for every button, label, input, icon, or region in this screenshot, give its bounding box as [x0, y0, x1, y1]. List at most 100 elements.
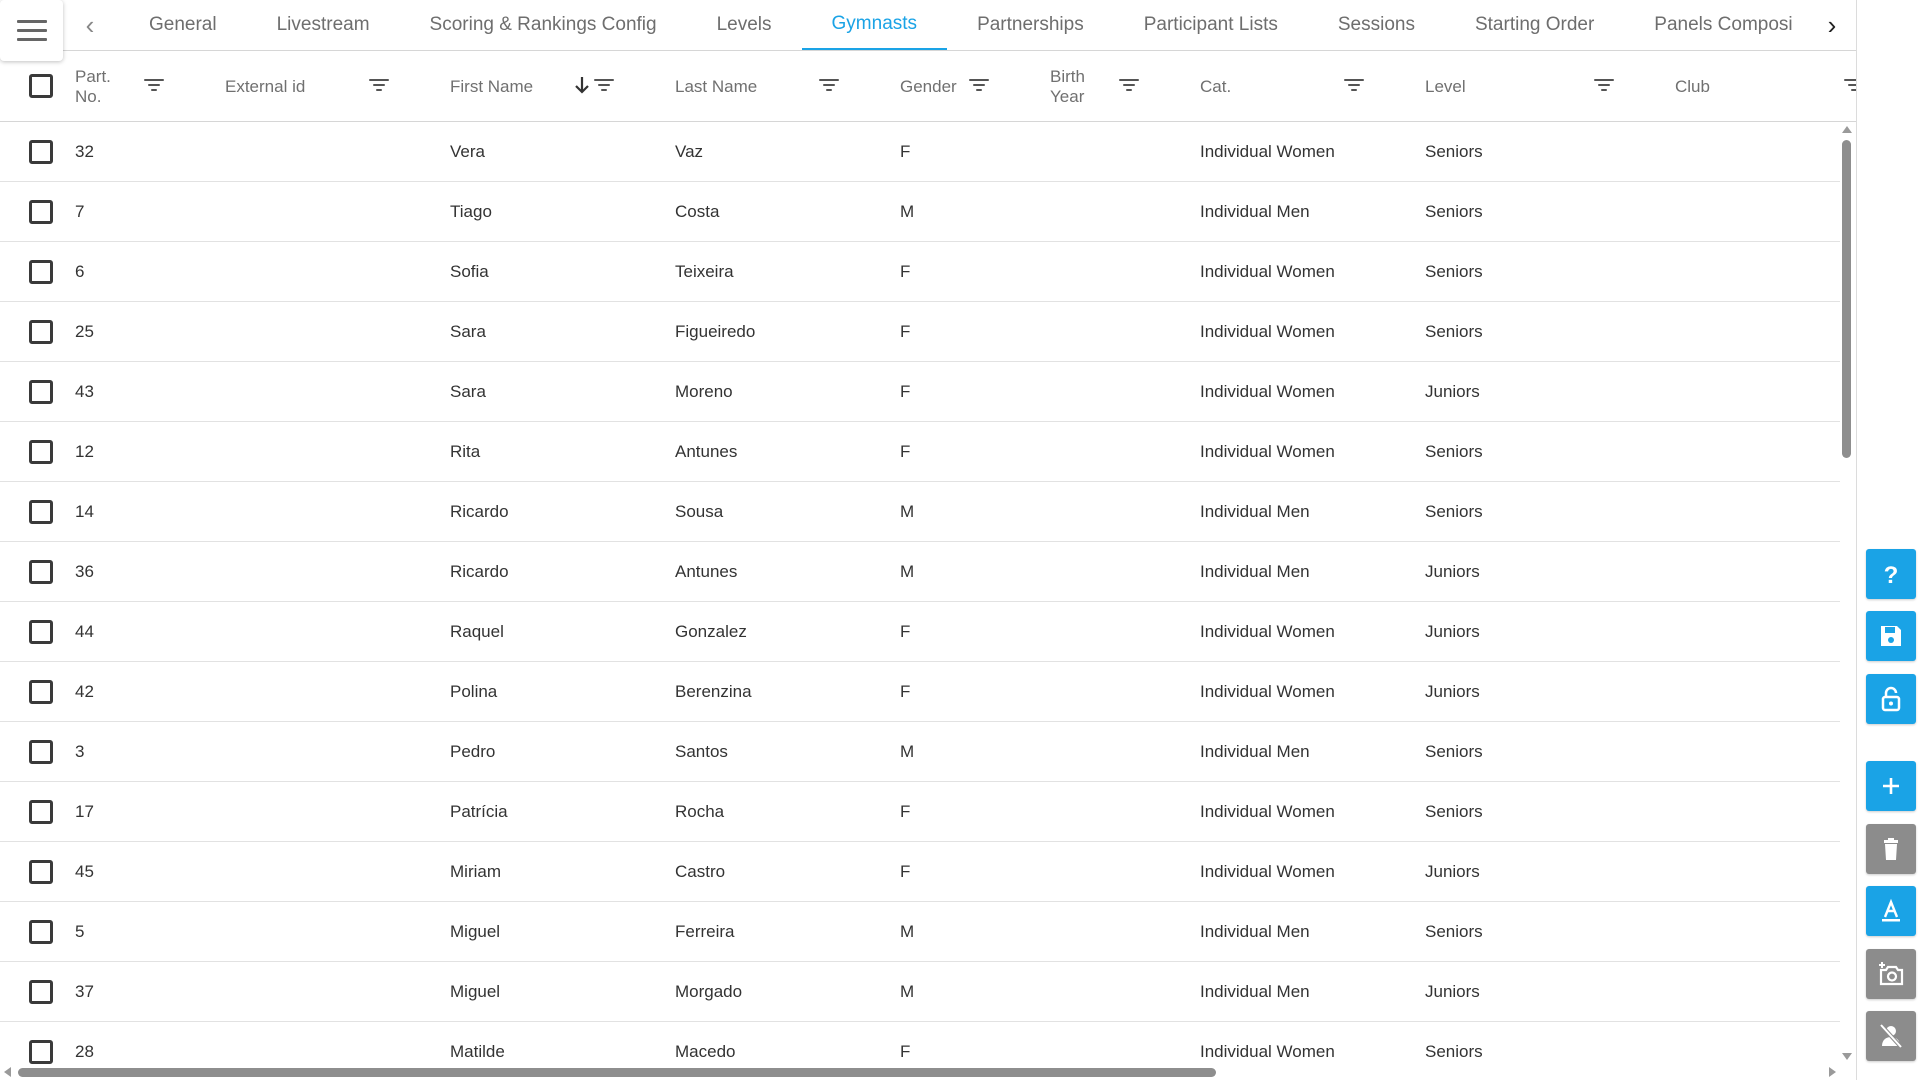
table-row[interactable]: 43 Sara Moreno F Individual Women Juniors: [0, 362, 1840, 422]
cell-last-name: Vaz: [675, 141, 704, 161]
cell-last-name: Figueiredo: [675, 321, 756, 341]
row-select-checkbox[interactable]: [29, 560, 53, 584]
row-select-checkbox[interactable]: [29, 380, 53, 404]
row-select-checkbox[interactable]: [29, 320, 53, 344]
tab-partnerships[interactable]: Partnerships: [947, 0, 1114, 50]
table-row[interactable]: 14 Ricardo Sousa M Individual Men Seniors: [0, 482, 1840, 542]
tab-scroll-right-icon[interactable]: ›: [1813, 0, 1851, 50]
table-row[interactable]: 17 Patrícia Rocha F Individual Women Seniors: [0, 782, 1840, 842]
column-header-level[interactable]: Level: [1425, 51, 1466, 122]
tab-participant-lists[interactable]: Participant Lists: [1114, 0, 1308, 50]
row-select-checkbox[interactable]: [29, 500, 53, 524]
row-select-checkbox[interactable]: [29, 620, 53, 644]
filter-icon[interactable]: [1119, 77, 1139, 93]
cell-level: Seniors: [1425, 1041, 1483, 1061]
help-button[interactable]: ?: [1866, 549, 1916, 599]
tab-sessions[interactable]: Sessions: [1308, 0, 1445, 50]
cell-part-no: 44: [75, 621, 94, 641]
delete-button[interactable]: [1866, 824, 1916, 874]
horizontal-scrollbar[interactable]: [18, 1068, 1216, 1077]
column-header-external-id[interactable]: External id: [225, 51, 305, 122]
row-select-checkbox[interactable]: [29, 860, 53, 884]
column-header-gender[interactable]: Gender: [900, 51, 957, 122]
scroll-up-arrow-icon[interactable]: [1842, 126, 1852, 133]
cell-first-name: Raquel: [450, 621, 504, 641]
cell-cat: Individual Women: [1200, 681, 1335, 701]
row-select-checkbox[interactable]: [29, 920, 53, 944]
column-header-part-no[interactable]: Part. No.: [75, 51, 111, 122]
select-all-checkbox[interactable]: [29, 74, 53, 98]
cell-last-name: Moreno: [675, 381, 733, 401]
cell-last-name: Castro: [675, 861, 726, 881]
filter-icon[interactable]: [369, 77, 389, 93]
table-row[interactable]: 42 Polina Berenzina F Individual Women Junior…: [0, 662, 1840, 722]
cell-cat: Individual Women: [1200, 621, 1335, 641]
tab-general[interactable]: General: [119, 0, 247, 50]
column-header-first-name[interactable]: First Name: [450, 51, 533, 122]
row-select-checkbox[interactable]: [29, 440, 53, 464]
hamburger-menu-icon[interactable]: [0, 0, 63, 61]
filter-icon[interactable]: [144, 77, 164, 93]
cell-last-name: Morgado: [675, 981, 743, 1001]
table-row[interactable]: 6 Sofia Teixeira F Individual Women Seniors: [0, 242, 1840, 302]
filter-icon[interactable]: [1594, 77, 1614, 93]
table-row[interactable]: 28 Matilde Macedo F Individual Women Seniors: [0, 1022, 1840, 1073]
filter-icon[interactable]: [1344, 77, 1364, 93]
lock-button[interactable]: [1866, 674, 1916, 724]
row-select-checkbox[interactable]: [29, 740, 53, 764]
vertical-scrollbar[interactable]: [1842, 140, 1851, 458]
row-select-checkbox[interactable]: [29, 680, 53, 704]
cell-part-no: 45: [75, 861, 94, 881]
tab-starting-order[interactable]: Starting Order: [1445, 0, 1624, 50]
row-select-checkbox[interactable]: [29, 1040, 53, 1064]
row-select-checkbox[interactable]: [29, 200, 53, 224]
cell-part-no: 14: [75, 501, 94, 521]
sort-descending-icon[interactable]: [574, 75, 590, 95]
format-button[interactable]: [1866, 886, 1916, 936]
column-header-last-name[interactable]: Last Name: [675, 51, 757, 122]
tab-levels[interactable]: Levels: [687, 0, 802, 50]
table-row[interactable]: 12 Rita Antunes F Individual Women Seniors: [0, 422, 1840, 482]
scroll-left-arrow-icon[interactable]: [4, 1067, 11, 1077]
cell-part-no: 43: [75, 381, 94, 401]
cell-gender: M: [900, 561, 915, 581]
save-button[interactable]: [1866, 611, 1916, 661]
user-off-icon: [1879, 1023, 1903, 1049]
filter-icon[interactable]: [1844, 77, 1856, 93]
tab-panels-composi[interactable]: Panels Composi: [1624, 0, 1809, 50]
column-header-birth-year[interactable]: Birth Year: [1050, 51, 1085, 122]
row-select-checkbox[interactable]: [29, 980, 53, 1004]
table-row[interactable]: 5 Miguel Ferreira M Individual Men Seniors: [0, 902, 1840, 962]
add-photo-button[interactable]: [1866, 949, 1916, 999]
table-row[interactable]: 32 Vera Vaz F Individual Women Seniors: [0, 122, 1840, 182]
filter-icon[interactable]: [969, 77, 989, 93]
table-row[interactable]: 25 Sara Figueiredo F Individual Women Seniors: [0, 302, 1840, 362]
cell-first-name: Ricardo: [450, 501, 509, 521]
table-row[interactable]: 45 Miriam Castro F Individual Women Juniors: [0, 842, 1840, 902]
table-row[interactable]: 36 Ricardo Antunes M Individual Men Juniors: [0, 542, 1840, 602]
table-row[interactable]: 7 Tiago Costa M Individual Men Seniors: [0, 182, 1840, 242]
column-header-club[interactable]: Club: [1675, 51, 1710, 122]
table-header: Part. No. External id First Name Last Na…: [0, 51, 1856, 122]
cell-last-name: Santos: [675, 741, 728, 761]
filter-icon[interactable]: [819, 77, 839, 93]
scroll-down-arrow-icon[interactable]: [1842, 1053, 1852, 1060]
tab-livestream[interactable]: Livestream: [247, 0, 400, 50]
row-select-checkbox[interactable]: [29, 260, 53, 284]
row-select-checkbox[interactable]: [29, 140, 53, 164]
tab-scoring-rankings-config[interactable]: Scoring & Rankings Config: [400, 0, 687, 50]
table-row[interactable]: 3 Pedro Santos M Individual Men Seniors: [0, 722, 1840, 782]
table-row[interactable]: 44 Raquel Gonzalez F Individual Women Juniors: [0, 602, 1840, 662]
remove-user-button[interactable]: [1866, 1011, 1916, 1061]
tab-scroll-left-icon[interactable]: ‹: [71, 0, 109, 50]
add-button[interactable]: [1866, 761, 1916, 811]
column-header-cat[interactable]: Cat.: [1200, 51, 1231, 122]
scroll-right-arrow-icon[interactable]: [1829, 1067, 1836, 1077]
row-select-checkbox[interactable]: [29, 800, 53, 824]
cell-level: Juniors: [1425, 561, 1480, 581]
cell-first-name: Sofia: [450, 261, 489, 281]
cell-cat: Individual Men: [1200, 921, 1310, 941]
filter-icon[interactable]: [594, 77, 614, 93]
tab-gymnasts[interactable]: Gymnasts: [801, 0, 948, 50]
table-row[interactable]: 37 Miguel Morgado M Individual Men Juniors: [0, 962, 1840, 1022]
